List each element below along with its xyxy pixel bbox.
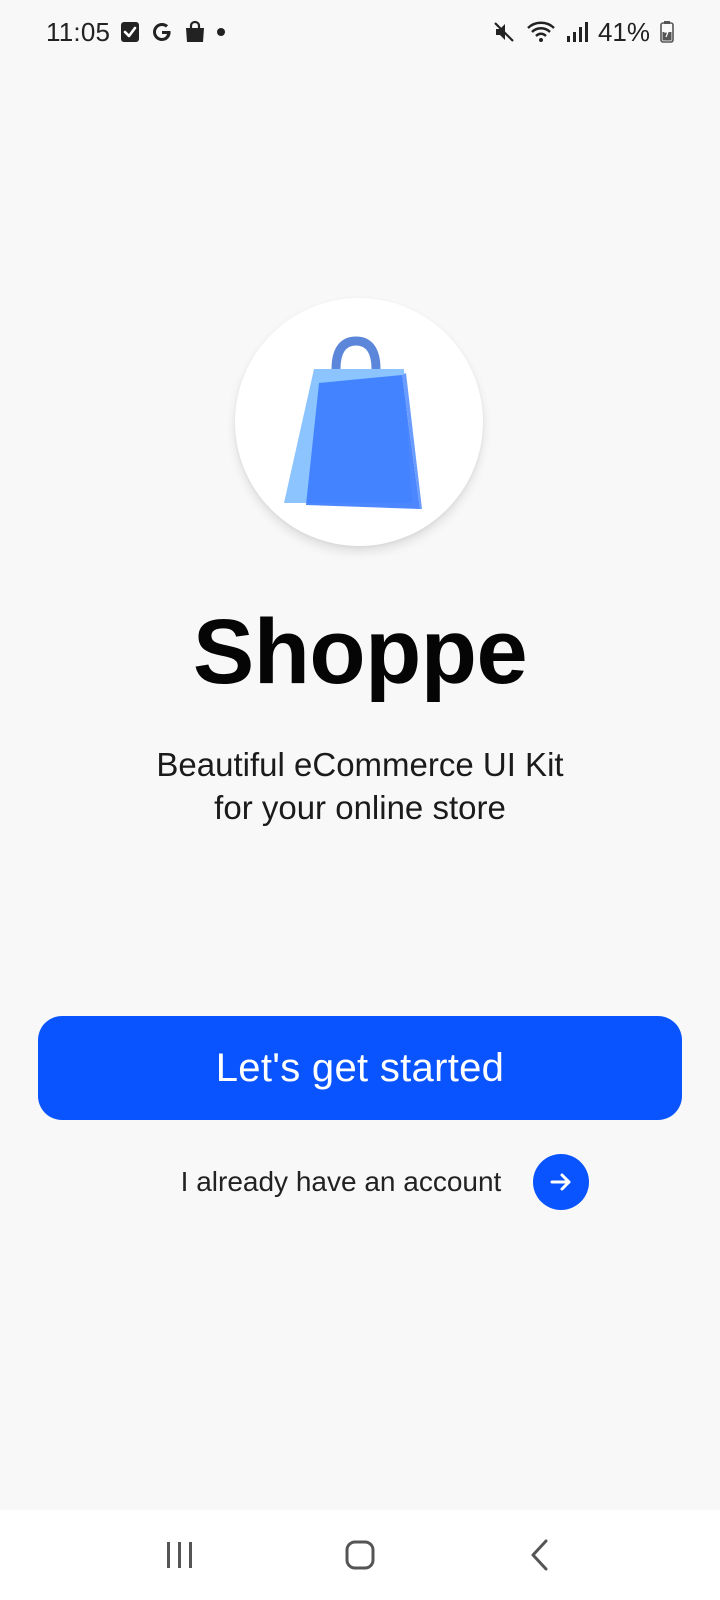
- signal-icon: [566, 21, 588, 43]
- mute-icon: [492, 20, 516, 44]
- shopping-bag-icon: [184, 20, 206, 44]
- wifi-icon: [526, 20, 556, 44]
- google-icon: [150, 20, 174, 44]
- app-logo: [235, 298, 483, 546]
- app-tagline: Beautiful eCommerce UI Kit for your onli…: [0, 743, 720, 829]
- home-button[interactable]: [320, 1525, 400, 1585]
- checkbox-icon: [120, 21, 140, 43]
- recent-apps-button[interactable]: [140, 1525, 220, 1585]
- status-left: 11:05: [46, 17, 226, 48]
- tagline-line-1: Beautiful eCommerce UI Kit: [156, 746, 564, 783]
- system-navigation-bar: [0, 1510, 720, 1600]
- tagline-line-2: for your online store: [214, 789, 506, 826]
- battery-percent: 41%: [597, 16, 650, 47]
- status-bar: 11:05 41%: [0, 0, 720, 64]
- login-row[interactable]: I already have an account: [0, 1153, 720, 1211]
- have-account-link[interactable]: I already have an account: [181, 1166, 502, 1198]
- battery-icon: [660, 21, 674, 43]
- back-button[interactable]: [500, 1525, 580, 1585]
- back-icon: [531, 1539, 548, 1571]
- dot-icon: [216, 27, 226, 37]
- arrow-right-icon: [550, 1173, 571, 1191]
- status-right: 41%: [492, 17, 674, 48]
- home-icon: [345, 1540, 375, 1570]
- status-time: 11:05: [46, 16, 111, 47]
- shopping-bag-icon: [284, 336, 422, 509]
- recent-apps-icon: [167, 1542, 192, 1568]
- app-title: Shoppe: [192, 601, 528, 703]
- welcome-screen: 11:05 41% Shoppe Beautiful eCommerce UI …: [0, 0, 720, 1600]
- login-arrow-button[interactable]: [533, 1154, 590, 1210]
- get-started-button[interactable]: Let's get started: [38, 1016, 682, 1120]
